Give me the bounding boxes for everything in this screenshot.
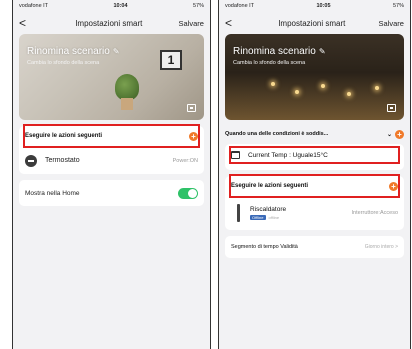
carrier-text: vodafone IT	[225, 3, 255, 9]
thermostat-icon	[25, 154, 37, 167]
image-icon[interactable]	[387, 104, 396, 112]
image-icon[interactable]	[187, 104, 196, 112]
scene-name[interactable]: Rinomina scenario ✎	[27, 46, 120, 57]
right-phone-screen: vodafone IT 10:05 57% < Impostazioni sma…	[218, 0, 411, 349]
device-status: offline	[268, 215, 280, 220]
save-button[interactable]: Salvare	[179, 19, 204, 28]
add-action-icon[interactable]: +	[389, 181, 398, 191]
show-home-label: Mostra nella Home	[25, 189, 80, 197]
back-icon[interactable]: <	[225, 16, 245, 30]
scene-name[interactable]: Rinomina scenario ✎	[233, 46, 326, 57]
device-value: Power:ON	[172, 157, 198, 164]
chevron-down-icon[interactable]: ⌄	[387, 131, 392, 138]
validity-card: Segmento di tempo Validità Giorno intero…	[225, 236, 404, 258]
light-dot	[375, 86, 379, 90]
nav-bar: < Impostazioni smart Salvare	[13, 12, 210, 34]
light-dot	[321, 84, 325, 88]
plant-image	[115, 74, 139, 100]
action-row-heater[interactable]: Riscaldatore Offline offline Interruttor…	[231, 196, 398, 230]
validity-label: Segmento di tempo Validità	[231, 244, 298, 250]
status-bar: vodafone IT 10:05 57%	[219, 0, 410, 12]
validity-value: Giorno intero >	[364, 244, 398, 250]
actions-header-label: Eseguire le azioni seguenti	[231, 183, 309, 189]
add-condition-icon[interactable]: +	[395, 129, 404, 139]
save-button[interactable]: Salvare	[379, 19, 404, 28]
clock-text: 10:04	[113, 3, 128, 9]
show-home-row: Mostra nella Home	[25, 180, 198, 206]
add-action-icon[interactable]: +	[189, 131, 198, 141]
status-bar: vodafone IT 10:04 57%	[13, 0, 210, 12]
actions-header-label: Eseguire le azioni seguenti	[25, 133, 103, 139]
light-dot	[347, 92, 351, 96]
battery-text: 57%	[192, 3, 204, 9]
scene-cover[interactable]: Rinomina scenario ✎ Cambia lo sfondo dell…	[225, 34, 404, 120]
calendar-icon	[231, 151, 240, 159]
light-dot	[295, 90, 299, 94]
nav-bar: < Impostazioni smart Salvare	[219, 12, 410, 34]
pot-image	[121, 98, 133, 110]
device-name: Termostato	[45, 157, 80, 164]
condition-text: Current Temp : Uguale15°C	[248, 151, 328, 159]
actions-header: Eseguire le azioni seguenti +	[23, 124, 200, 148]
actions-card: Eseguire le azioni seguenti + Termostato…	[19, 124, 204, 174]
validity-row[interactable]: Segmento di tempo Validità Giorno intero…	[231, 236, 398, 258]
device-meta: Offline offline	[250, 215, 352, 220]
scene-subtitle: Cambia lo sfondo della scena	[27, 60, 100, 66]
scene-name-label: Rinomina scenario	[27, 46, 110, 57]
carrier-text: vodafone IT	[19, 3, 49, 9]
back-icon[interactable]: <	[19, 16, 39, 30]
condition-card[interactable]: Current Temp : Uguale15°C	[225, 144, 404, 170]
clock-text: 10:05	[316, 3, 331, 9]
action-row-thermostat[interactable]: Termostato Power:ON	[25, 146, 198, 174]
status-badge: Offline	[250, 215, 266, 220]
page-title: Impostazioni smart	[75, 18, 143, 28]
left-phone-screen: vodafone IT 10:04 57% < Impostazioni sma…	[12, 0, 211, 349]
show-home-toggle[interactable]	[178, 187, 198, 199]
home-card: Mostra nella Home	[19, 180, 204, 206]
battery-text: 57%	[392, 3, 404, 9]
condition-row[interactable]: Current Temp : Uguale15°C	[229, 146, 400, 164]
light-dot	[271, 82, 275, 86]
device-info: Riscaldatore Offline offline	[250, 206, 352, 220]
scene-name-label: Rinomina scenario	[233, 46, 316, 57]
wall-clock-image: 1	[160, 50, 182, 70]
pencil-icon[interactable]: ✎	[319, 47, 326, 56]
scene-subtitle: Cambia lo sfondo della scena	[233, 60, 306, 66]
device-name: Riscaldatore	[250, 206, 287, 213]
heater-icon	[237, 204, 240, 222]
conditions-header: Quando una delle condizioni è soddis... …	[225, 126, 404, 142]
page-title: Impostazioni smart	[278, 18, 346, 28]
actions-header: Eseguire le azioni seguenti +	[229, 174, 400, 198]
scene-cover[interactable]: 1 Rinomina scenario ✎ Cambia lo sfondo de…	[19, 34, 204, 120]
conditions-header-label[interactable]: Quando una delle condizioni è soddis...	[225, 131, 328, 137]
actions-card: Eseguire le azioni seguenti + Riscaldato…	[225, 174, 404, 230]
device-action: Interruttore:Acceso	[351, 210, 398, 216]
pencil-icon[interactable]: ✎	[113, 47, 120, 56]
